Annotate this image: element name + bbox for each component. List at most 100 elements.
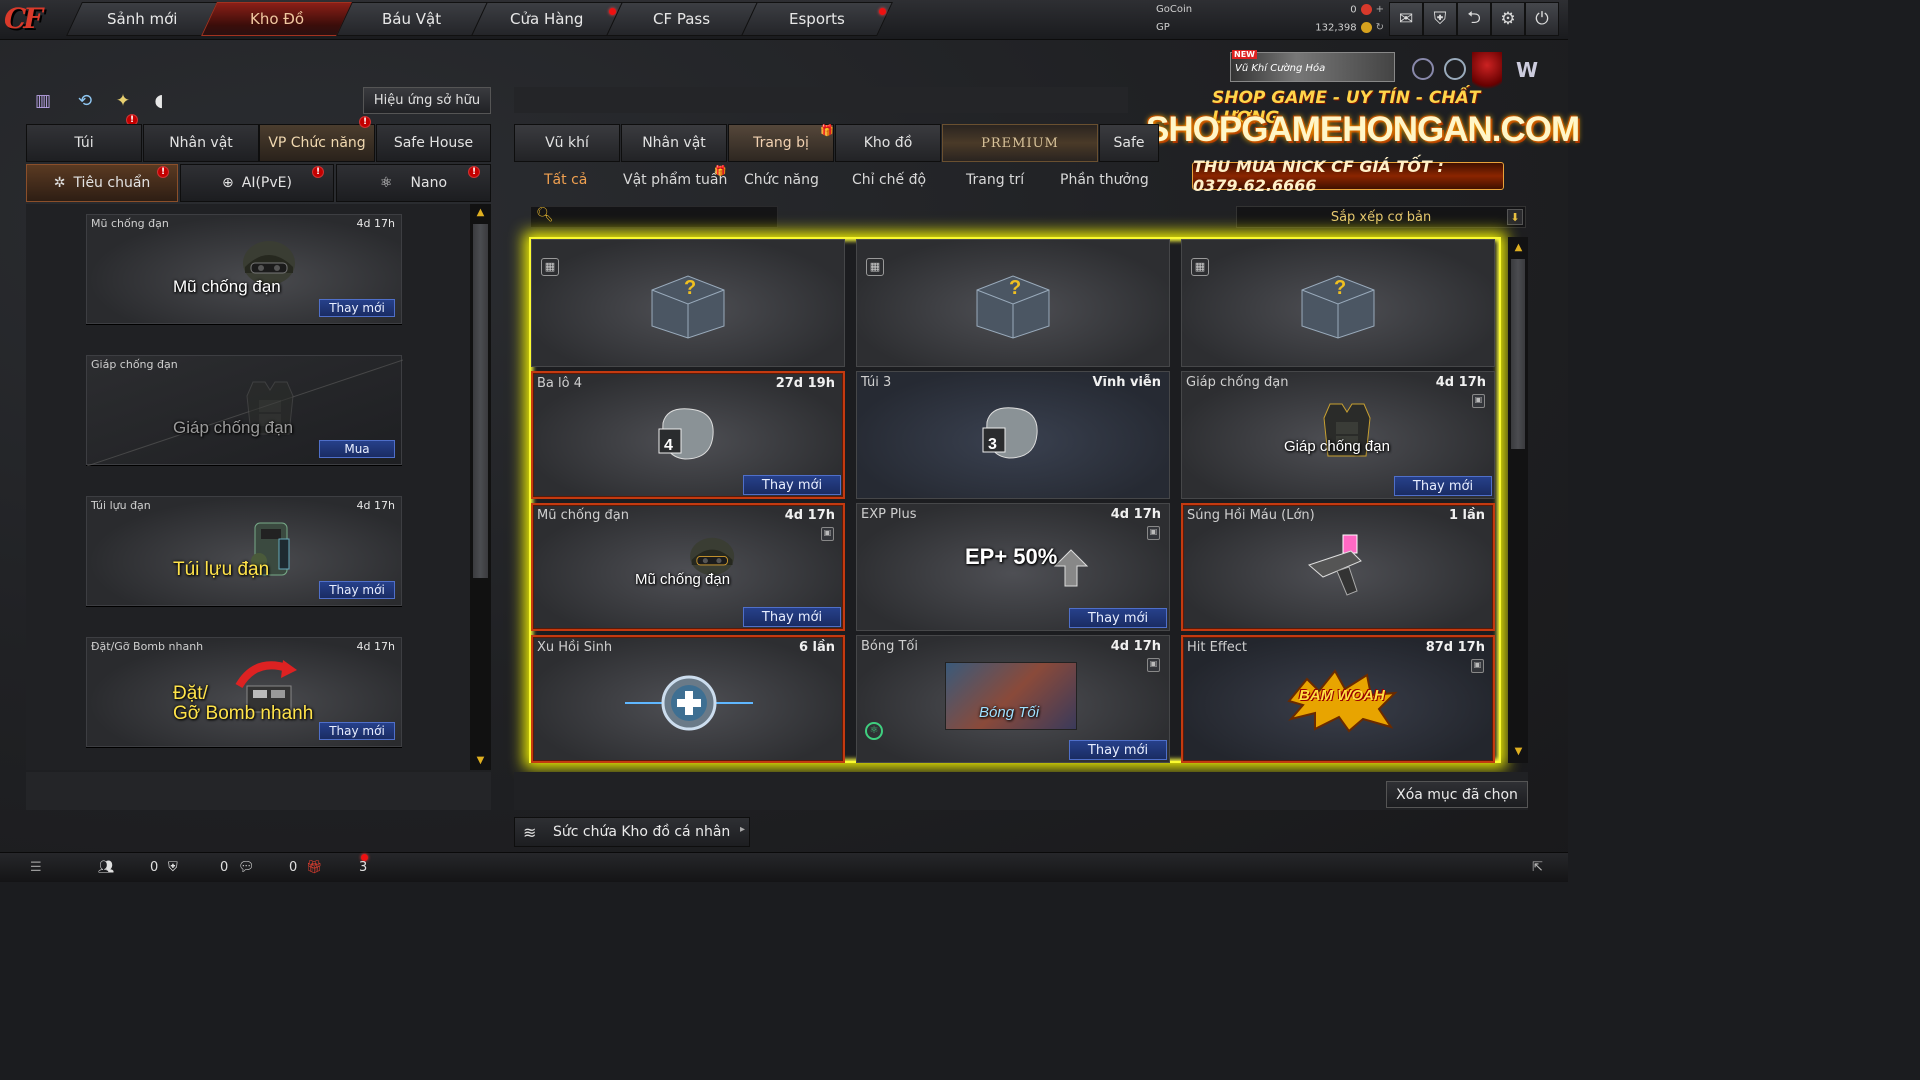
heal-gun-icon — [1308, 534, 1362, 596]
item-caption: EP+ 50% — [965, 544, 1058, 569]
item-cell-heal-gun[interactable]: Súng Hồi Máu (Lớn) 1 lần — [1181, 503, 1495, 631]
subtab-ai-pve[interactable]: ⊕ AI(PvE) — [180, 164, 334, 202]
category-function[interactable]: Chức năng — [744, 168, 819, 192]
mail-icon[interactable]: ✉ — [1389, 2, 1423, 36]
subtab-standard[interactable]: ✲ Tiêu chuẩn — [26, 164, 178, 202]
tab-safe-house[interactable]: Safe House — [376, 124, 491, 162]
slot-card-helmet[interactable]: Mũ chống đạn 4d 17h Mũ chống đạn Thay mớ… — [86, 214, 402, 324]
lock-icon: ▣ — [821, 527, 834, 541]
tab-premium[interactable]: PREMIUM — [942, 124, 1098, 162]
category-all[interactable]: Tất cả — [544, 168, 587, 192]
scroll-up-icon[interactable]: ▲ — [1512, 242, 1525, 254]
stats-icon[interactable]: ▥ — [30, 88, 56, 114]
brand-w-icon: W — [1516, 58, 1539, 82]
alert-icon: ! — [312, 166, 324, 178]
item-cell-chest[interactable]: ▦ ? — [1181, 239, 1495, 367]
buy-button[interactable]: Mua — [319, 440, 395, 458]
item-cell-shadow[interactable]: Bóng Tối 4d 17h ▣ Bóng Tối ⚛ Thay mới — [856, 635, 1170, 763]
item-cell-chest[interactable]: ▦ ? — [856, 239, 1170, 367]
renew-button[interactable]: Thay mới — [743, 607, 841, 627]
gear-icon[interactable]: ⚙ — [1491, 2, 1525, 36]
item-cell-backpack-4[interactable]: Ba lô 4 27d 19h 4 Thay mới — [531, 371, 845, 499]
equipment-slot-list: Mũ chống đạn 4d 17h Mũ chống đạn Thay mớ… — [26, 204, 470, 770]
item-cell-exp-plus[interactable]: EXP Plus 4d 17h ▣ EP+ 50% Thay mới — [856, 503, 1170, 631]
tab-weapons[interactable]: Vũ khí — [514, 124, 620, 162]
tab-safe[interactable]: Safe — [1099, 124, 1159, 162]
character-icon[interactable]: ✦ — [110, 88, 136, 114]
tab-esports[interactable]: Esports — [741, 2, 893, 36]
left-footer-bar — [26, 772, 491, 810]
new-badge: NEW — [1232, 50, 1257, 59]
game-logo[interactable]: CF — [4, 2, 64, 40]
slot-card-body-armor[interactable]: Giáp chống đạn Giáp chống đạn Mua — [86, 355, 403, 466]
history-icon[interactable]: ⟲ — [72, 88, 98, 114]
list-icon[interactable]: ☰ — [30, 860, 42, 875]
left-scrollbar[interactable]: ▲ ▼ — [470, 204, 491, 770]
scroll-up-icon[interactable]: ▲ — [474, 207, 487, 219]
renew-button[interactable]: Thay mới — [1069, 740, 1167, 760]
clear-selected-button[interactable]: Xóa mục đã chọn — [1386, 781, 1528, 808]
share-icon[interactable]: ⮌ — [1457, 2, 1491, 36]
tab-shop[interactable]: Cửa Hàng — [471, 2, 623, 36]
renew-button[interactable]: Thay mới — [319, 299, 395, 317]
right-scrollbar[interactable]: ▲ ▼ — [1508, 237, 1528, 763]
gp-coin-icon — [1360, 21, 1372, 33]
giftbox-icon: ▦ — [541, 258, 559, 276]
category-mode-only[interactable]: Chỉ chế độ — [852, 168, 926, 192]
scroll-down-icon[interactable]: ▼ — [474, 755, 487, 767]
gp-label: GP — [1156, 22, 1170, 33]
scroll-down-icon[interactable]: ▼ — [1512, 746, 1525, 758]
renew-button[interactable]: Thay mới — [1394, 476, 1492, 496]
item-cell-hit-effect[interactable]: Hit Effect 87d 17h ▣ BAM WOAH — [1181, 635, 1495, 763]
tab-bag[interactable]: Túi — [26, 124, 142, 162]
renew-button[interactable]: Thay mới — [743, 475, 841, 495]
item-cell-bag-3[interactable]: Túi 3 Vĩnh viễn 3 — [856, 371, 1170, 499]
clan-icon[interactable]: ⛨ — [168, 860, 178, 875]
tab-character[interactable]: Nhân vật — [143, 124, 259, 162]
scroll-thumb[interactable] — [473, 224, 488, 578]
category-decoration[interactable]: Trang trí — [966, 168, 1024, 192]
item-cell-body-armor[interactable]: Giáp chống đạn 4d 17h ▣ Giáp chống đạn T… — [1181, 371, 1495, 499]
personal-storage-capacity-button[interactable]: ≋ Sức chứa Kho đồ cá nhân ▸ — [514, 817, 750, 847]
item-cell-helmet[interactable]: Mũ chống đạn 4d 17h ▣ Mũ chống đạn Thay … — [531, 503, 845, 631]
renew-button[interactable]: Thay mới — [1069, 608, 1167, 628]
scroll-thumb[interactable] — [1511, 259, 1525, 449]
esports-notification-dot — [879, 8, 886, 15]
tab-equipment[interactable]: Trang bị — [728, 124, 834, 162]
category-rewards[interactable]: Phần thưởng — [1060, 168, 1149, 192]
bag-4-icon: 4 — [658, 408, 714, 460]
gift-icon[interactable]: 🎁︎ — [306, 860, 323, 875]
refresh-gp-icon[interactable]: ↻ — [1376, 22, 1384, 33]
category-weekly[interactable]: Vật phẩm tuần — [623, 168, 727, 192]
sort-dropdown[interactable]: Sắp xếp cơ bản ⬇ — [1236, 206, 1526, 228]
tab-cf-pass[interactable]: CF Pass — [606, 2, 758, 36]
tab-characters[interactable]: Nhân vật — [621, 124, 727, 162]
shield-icon[interactable]: ⛨ — [1423, 2, 1457, 36]
chevron-right-icon: ▸ — [739, 824, 745, 835]
slot-caption: Mũ chống đạn — [173, 277, 281, 296]
owned-effects-button[interactable]: Hiệu ứng sở hữu — [363, 87, 491, 114]
chat-icon[interactable]: 💬︎ — [238, 860, 255, 875]
tab-treasure[interactable]: Báu Vật — [336, 2, 488, 36]
layers-icon: ≋ — [523, 823, 537, 842]
giftbox-icon: ▦ — [1191, 258, 1209, 276]
renew-button[interactable]: Thay mới — [319, 722, 395, 740]
mouse-icon[interactable]: ◖ — [146, 88, 172, 114]
add-gocoin-icon[interactable]: + — [1376, 4, 1384, 15]
bottom-status-bar: ☰ 👥︎ 0 ⛨ 0 💬︎ 0 🎁︎ 3 ⇱ — [0, 852, 1568, 882]
item-cell-revive-coin[interactable]: Xu Hồi Sinh 6 lần — [531, 635, 845, 763]
expand-icon[interactable]: ⇱ — [1532, 860, 1543, 875]
tab-lobby[interactable]: Sảnh mới — [66, 2, 218, 36]
sort-arrow-icon[interactable]: ⬇ — [1507, 209, 1523, 225]
tab-storage[interactable]: Kho đồ — [835, 124, 941, 162]
friends-icon[interactable]: 👥︎ — [98, 860, 115, 875]
tab-vp-function[interactable]: VP Chức năng — [259, 124, 375, 162]
search-input[interactable]: 🔍︎ — [530, 206, 778, 228]
tab-inventory[interactable]: Kho Đồ — [201, 2, 353, 36]
slot-card-grenade-pouch[interactable]: Túi lựu đạn 4d 17h Túi lựu đạn Thay mới — [86, 496, 402, 606]
item-grid: ▦ ? ▦ ? ▦ ? Ba lô 4 27d 19h 4 Thay mới T… — [529, 237, 1501, 763]
power-icon[interactable]: ⏻ — [1525, 2, 1559, 36]
slot-card-quick-bomb[interactable]: Đặt/Gỡ Bomb nhanh 4d 17h Đặt/Gỡ Bomb nha… — [86, 637, 402, 747]
item-cell-chest[interactable]: ▦ ? — [531, 239, 845, 367]
renew-button[interactable]: Thay mới — [319, 581, 395, 599]
